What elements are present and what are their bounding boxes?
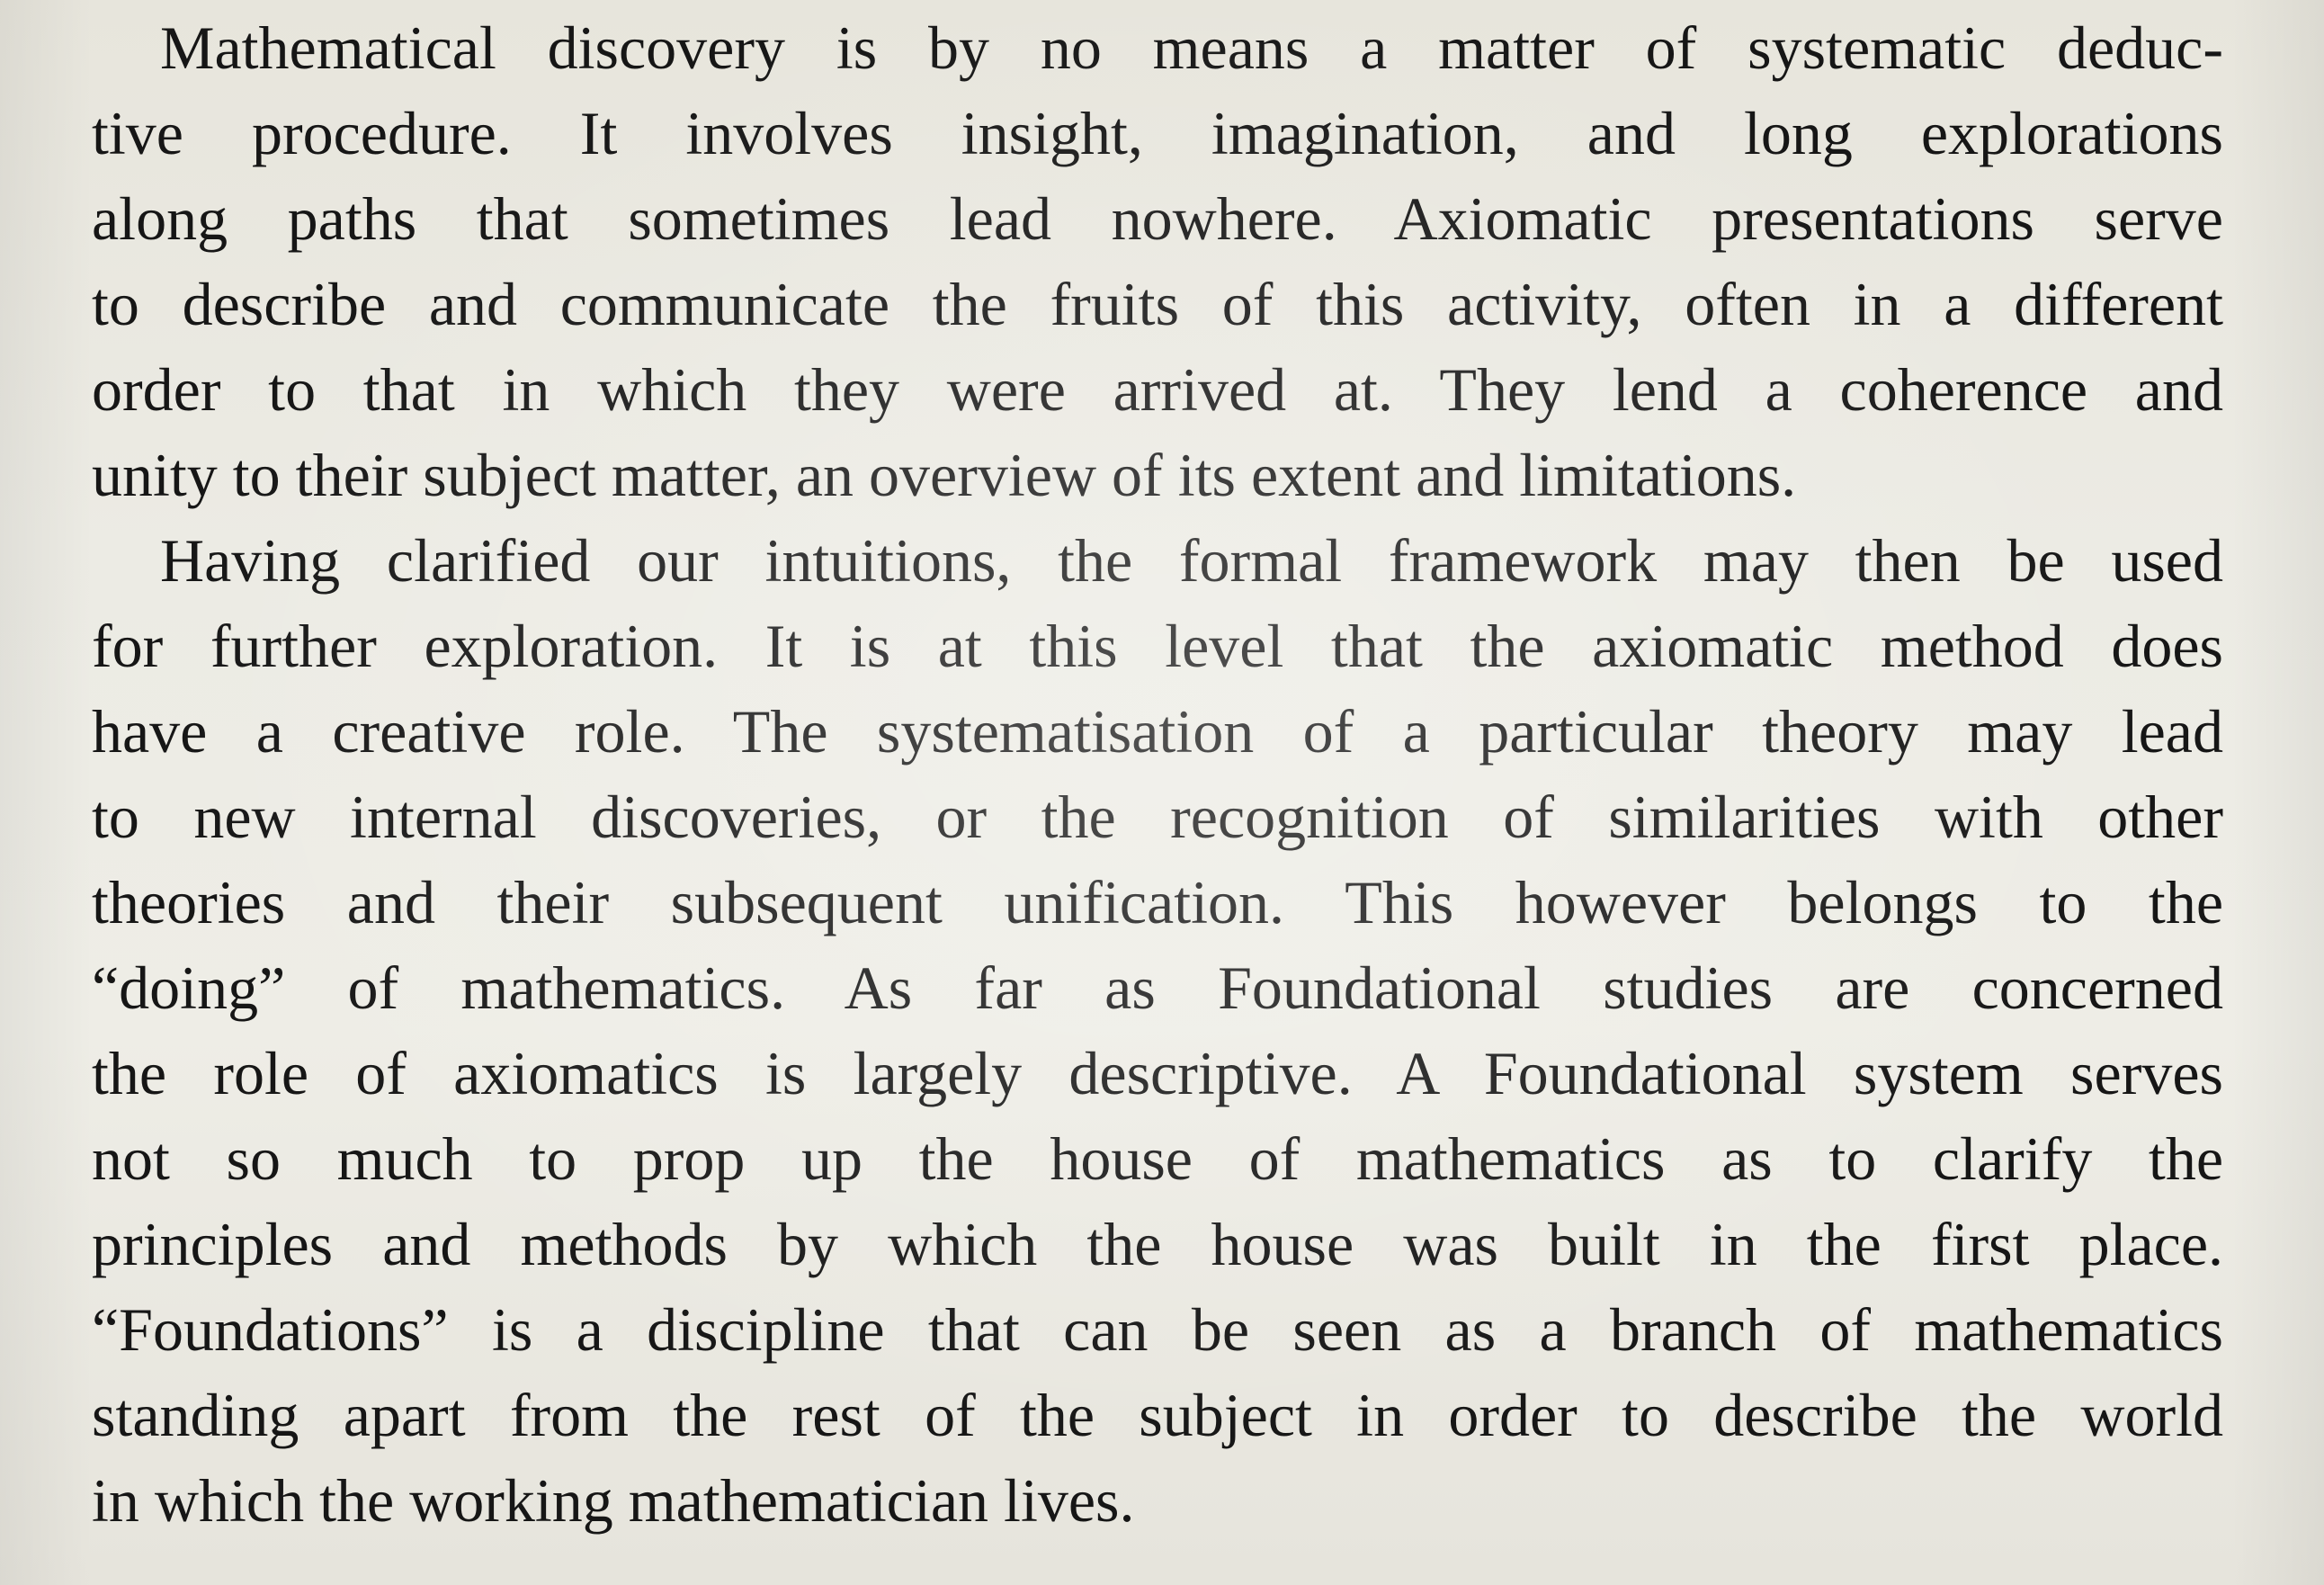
text-line: have a creative role. The systematisatio… bbox=[92, 697, 2223, 766]
text-line: along paths that sometimes lead nowhere.… bbox=[92, 184, 2223, 253]
text-line: Having clarified our intuitions, the for… bbox=[160, 526, 2223, 595]
text-line: to describe and communicate the fruits o… bbox=[92, 270, 2223, 338]
text-line: Mathematical discovery is by no means a … bbox=[160, 13, 2223, 82]
paragraph-2: Having clarified our intuitions, the for… bbox=[92, 518, 2223, 1544]
text-line: “doing” of mathematics. As far as Founda… bbox=[92, 954, 2223, 1022]
text-line: for further exploration. It is at this l… bbox=[92, 612, 2223, 680]
text-line: in which the working mathematician lives… bbox=[92, 1466, 1135, 1535]
paragraph-1: Mathematical discovery is by no means a … bbox=[92, 5, 2223, 518]
body-text: Mathematical discovery is by no means a … bbox=[92, 5, 2223, 1544]
text-line: the role of axiomatics is largely descri… bbox=[92, 1039, 2223, 1107]
text-line: principles and methods by which the hous… bbox=[92, 1210, 2223, 1278]
text-line: tive procedure. It involves insight, ima… bbox=[92, 99, 2223, 167]
book-page: Mathematical discovery is by no means a … bbox=[0, 0, 2324, 1585]
text-line: theories and their subsequent unificatio… bbox=[92, 868, 2223, 936]
text-line: unity to their subject matter, an overvi… bbox=[92, 441, 1797, 509]
text-line: not so much to prop up the house of math… bbox=[92, 1124, 2223, 1193]
text-line: order to that in which they were arrived… bbox=[92, 355, 2223, 424]
text-line: standing apart from the rest of the subj… bbox=[92, 1381, 2223, 1449]
text-line: “Foundations” is a discipline that can b… bbox=[92, 1295, 2223, 1364]
text-line: to new internal discoveries, or the reco… bbox=[92, 783, 2223, 851]
